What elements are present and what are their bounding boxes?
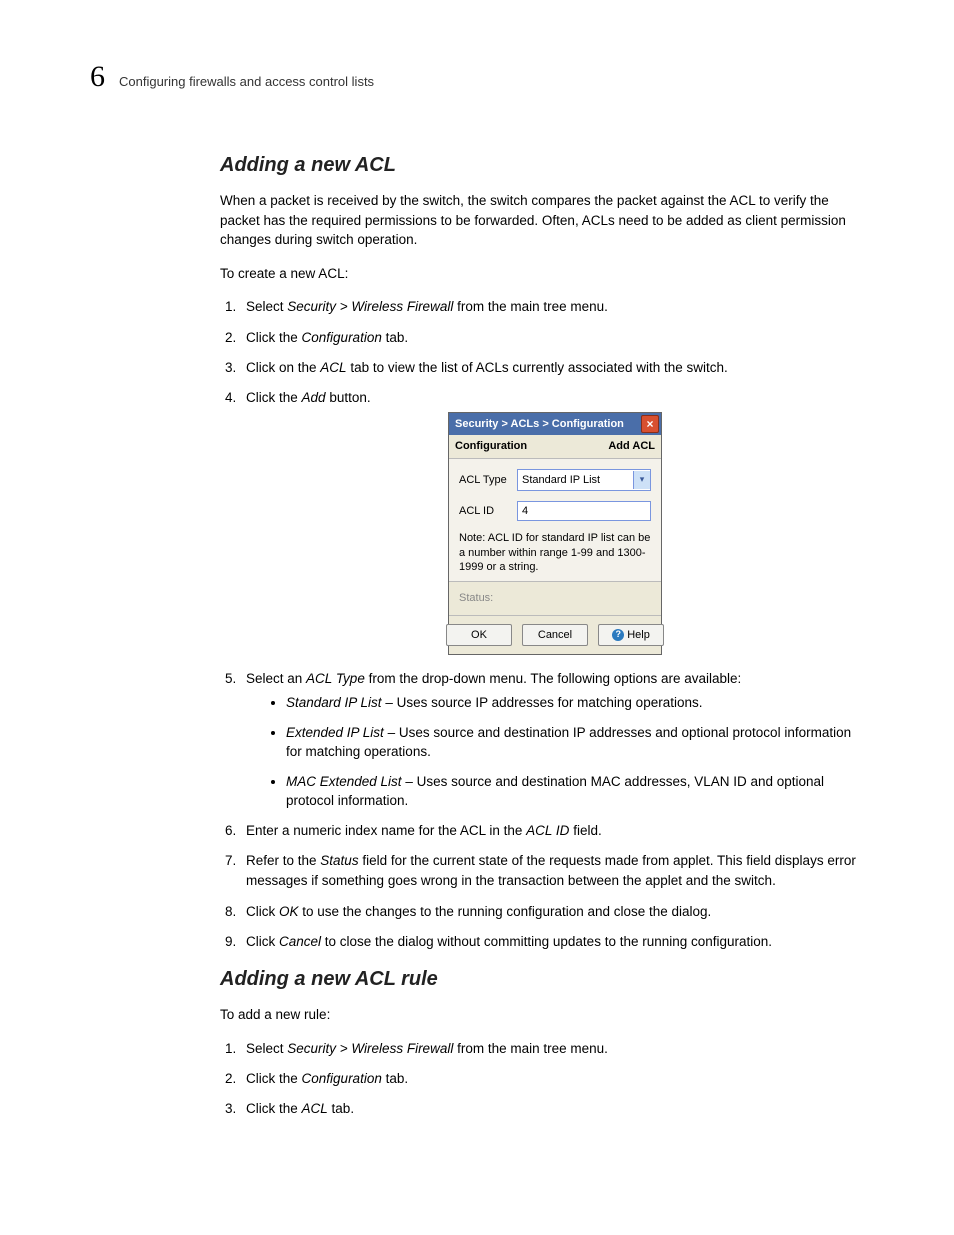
lead-text-rule: To add a new rule:: [220, 1005, 864, 1025]
help-icon: ?: [612, 629, 624, 641]
acl-type-dropdown[interactable]: Standard IP List ▾: [517, 469, 651, 491]
bullet-extended-ip: Extended IP List – Uses source and desti…: [286, 723, 864, 762]
rule-step-2: Click the Configuration tab.: [240, 1069, 864, 1089]
acl-id-label: ACL ID: [459, 503, 509, 520]
dialog-subheader: Configuration Add ACL: [449, 435, 661, 459]
page-header: 6 Configuring firewalls and access contr…: [90, 60, 864, 94]
step-5: Select an ACL Type from the drop-down me…: [240, 669, 864, 811]
step-8: Click OK to use the changes to the runni…: [240, 902, 864, 922]
dialog-sub-right: Add ACL: [608, 438, 655, 455]
section-title-adding-acl-rule: Adding a new ACL rule: [220, 968, 864, 991]
step-6: Enter a numeric index name for the ACL i…: [240, 821, 864, 841]
step-9: Click Cancel to close the dialog without…: [240, 932, 864, 952]
step-1: Select Security > Wireless Firewall from…: [240, 297, 864, 317]
rule-step-3: Click the ACL tab.: [240, 1099, 864, 1119]
bullet-standard-ip: Standard IP List – Uses source IP addres…: [286, 693, 864, 713]
intro-paragraph: When a packet is received by the switch,…: [220, 191, 864, 250]
close-icon[interactable]: ×: [641, 415, 659, 433]
step-7: Refer to the Status field for the curren…: [240, 851, 864, 892]
status-label: Status:: [449, 581, 661, 615]
section-title-adding-acl: Adding a new ACL: [220, 154, 864, 177]
acl-id-input[interactable]: 4: [517, 501, 651, 521]
header-title: Configuring firewalls and access control…: [119, 74, 374, 89]
lead-text: To create a new ACL:: [220, 264, 864, 284]
ok-button[interactable]: OK: [446, 624, 512, 646]
steps-list: Select Security > Wireless Firewall from…: [220, 297, 864, 952]
bullet-mac-extended: MAC Extended List – Uses source and dest…: [286, 772, 864, 811]
cancel-button[interactable]: Cancel: [522, 624, 588, 646]
acl-type-value: Standard IP List: [522, 472, 600, 489]
page-number: 6: [90, 60, 105, 94]
dialog-title-text: Security > ACLs > Configuration: [455, 416, 624, 433]
add-acl-dialog: Security > ACLs > Configuration × Config…: [448, 412, 662, 655]
chevron-down-icon: ▾: [633, 471, 650, 489]
step-2: Click the Configuration tab.: [240, 328, 864, 348]
step-3: Click on the ACL tab to view the list of…: [240, 358, 864, 378]
rule-step-1: Select Security > Wireless Firewall from…: [240, 1039, 864, 1059]
rule-steps-list: Select Security > Wireless Firewall from…: [220, 1039, 864, 1120]
acl-type-label: ACL Type: [459, 472, 509, 489]
dialog-sub-left: Configuration: [455, 438, 527, 455]
dialog-titlebar: Security > ACLs > Configuration ×: [449, 413, 661, 435]
help-button[interactable]: ? Help: [598, 624, 664, 646]
dialog-note: Note: ACL ID for standard IP list can be…: [459, 531, 651, 576]
step-4: Click the Add button. Security > ACLs > …: [240, 388, 864, 655]
